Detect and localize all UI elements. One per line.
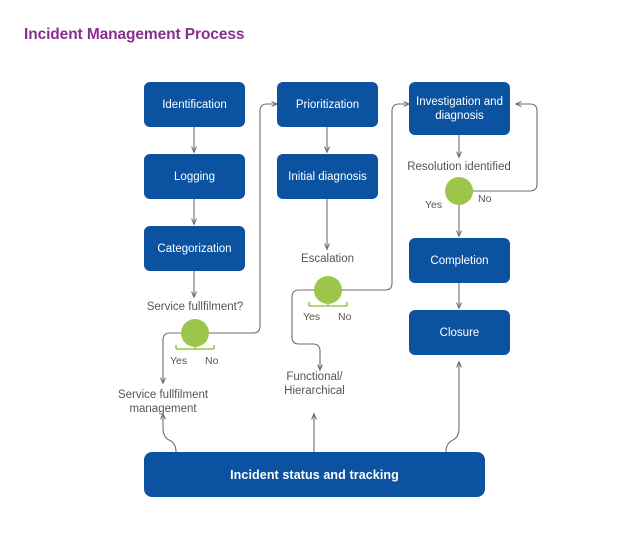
branch-label-escalation-yes: Yes [303,311,321,323]
node-identification[interactable]: Identification [144,82,245,127]
node-logging[interactable]: Logging [144,154,245,199]
node-categorization[interactable]: Categorization [144,226,245,271]
branch-label-service-no: No [205,355,219,367]
node-incident-status-and-tracking[interactable]: Incident status and tracking [144,452,485,497]
branch-label-resolution-no: No [478,193,492,205]
node-completion-label: Completion [430,254,489,267]
branch-label-resolution-yes: Yes [425,199,443,211]
connector-service-no-to-prioritization [209,104,277,334]
decision-resolution-identified-dot[interactable] [445,177,473,205]
label-functional-hierarchical: Functional/ Hierarchical [284,371,345,397]
node-initial-diagnosis[interactable]: Initial diagnosis [277,154,378,199]
branch-label-service-yes: Yes [170,355,188,367]
connector-escalation-yes-to-functional [291,289,320,370]
node-categorization-label: Categorization [157,242,232,255]
connector-status-to-service-management [163,414,177,453]
node-investigation-label: Investigation and diagnosis [416,95,503,122]
label-service-fullfilment-management: Service fullfilment management [117,389,209,415]
node-status-bar-label: Incident status and tracking [230,467,399,482]
node-completion[interactable]: Completion [409,238,510,283]
branch-label-escalation-no: No [338,311,352,323]
node-investigation-and-diagnosis[interactable]: Investigation and diagnosis [409,82,510,135]
node-prioritization[interactable]: Prioritization [277,82,378,127]
node-prioritization-label: Prioritization [295,98,360,111]
node-initial-diagnosis-label: Initial diagnosis [288,170,367,183]
node-closure-label: Closure [439,326,480,339]
node-identification-label: Identification [162,98,227,111]
decision-escalation-dot[interactable] [314,276,342,304]
label-escalation: Escalation [300,253,355,265]
label-service-fullfilment-question: Service fullfilment? [146,301,244,313]
incident-management-flowchart: Incident Management Process Identificati… [0,0,630,537]
decision-service-fullfilment-dot[interactable] [181,319,209,347]
node-closure[interactable]: Closure [409,310,510,355]
node-logging-label: Logging [174,170,215,183]
label-resolution-identified: Resolution identified [407,161,511,173]
connector-status-to-closure [445,362,459,453]
